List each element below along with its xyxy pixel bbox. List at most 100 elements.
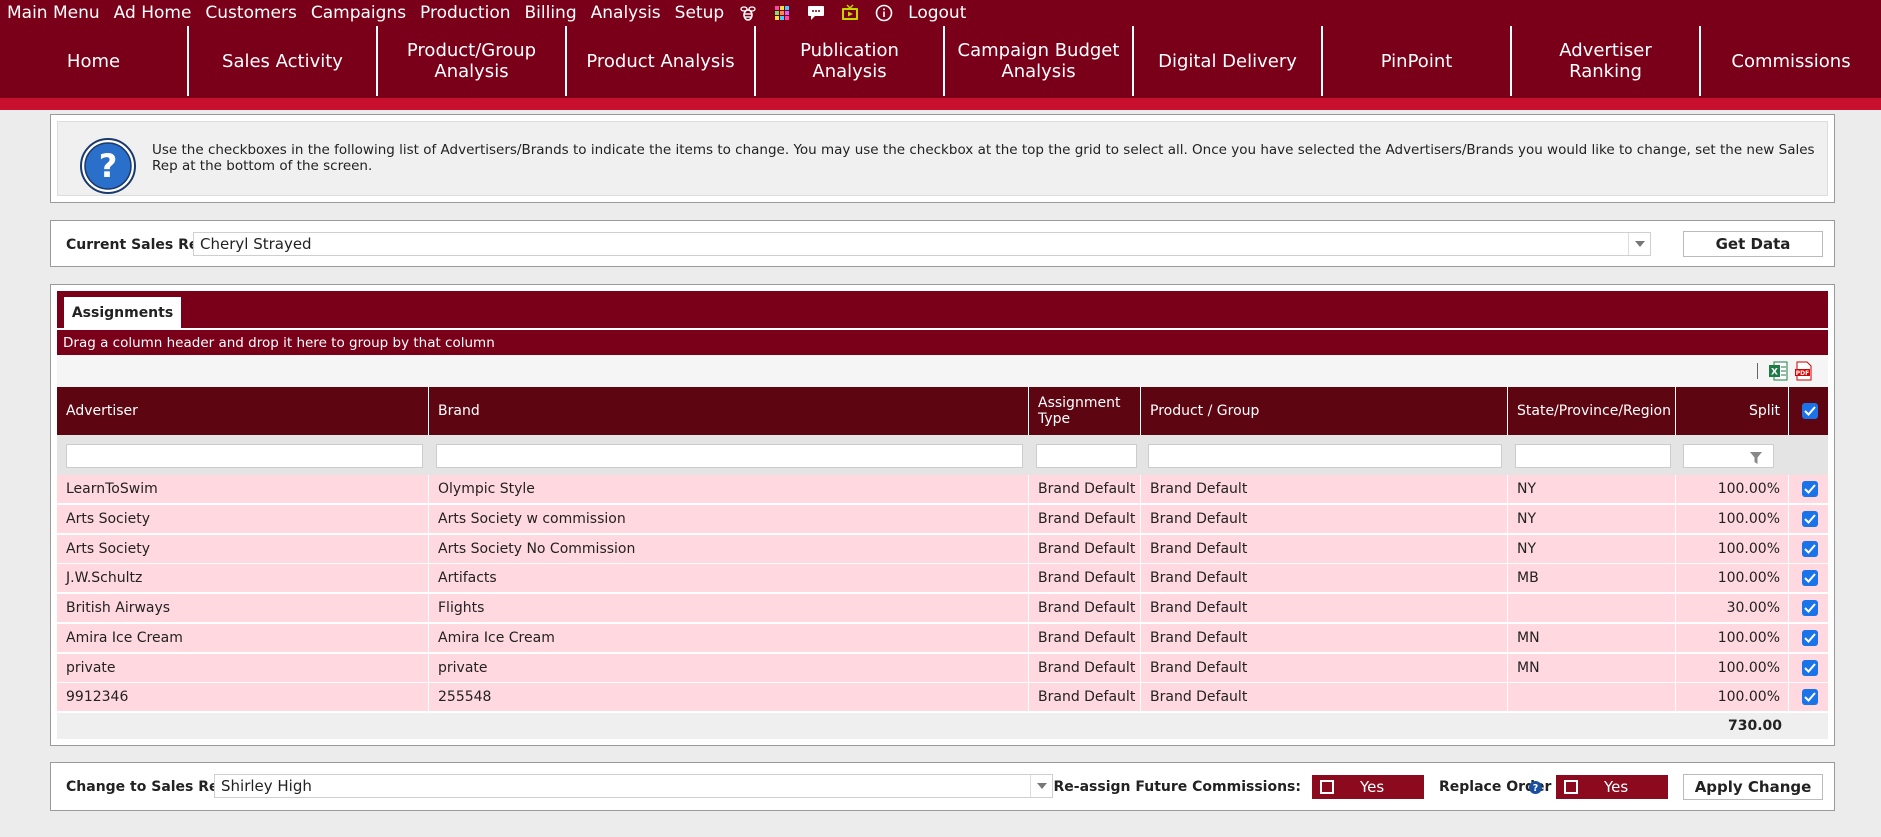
nav-product-group-analysis[interactable]: Product/Group Analysis	[378, 26, 567, 96]
cell-advertiser: Amira Ice Cream	[57, 623, 429, 653]
current-sales-rep-value: Cheryl Strayed	[200, 235, 312, 253]
filter-brand-input[interactable]	[436, 444, 1023, 468]
menu-production[interactable]: Production	[413, 0, 517, 26]
change-sales-rep-select[interactable]: Shirley High	[214, 774, 1053, 798]
change-sales-rep-label: Change to Sales Rep:	[66, 779, 235, 795]
logout-link[interactable]: Logout	[901, 0, 973, 26]
cell-split: 100.00%	[1676, 504, 1789, 534]
row-checkbox[interactable]	[1802, 540, 1818, 557]
change-sales-rep-panel: Change to Sales Rep: Shirley High Re-ass…	[50, 762, 1835, 811]
cell-assignment-type: Brand Default	[1029, 475, 1141, 504]
menu-customers[interactable]: Customers	[198, 0, 303, 26]
nav-digital-delivery[interactable]: Digital Delivery	[1134, 26, 1323, 96]
assignments-panel: Assignments Drag a column header and dro…	[50, 284, 1835, 746]
tab-assignments[interactable]: Assignments	[64, 297, 181, 328]
table-row[interactable]: 9912346 255548 Brand Default Brand Default 1…	[57, 683, 1828, 713]
current-sales-rep-label: Current Sales Rep	[66, 237, 209, 253]
col-split[interactable]: Split	[1676, 387, 1789, 435]
svg-text:?: ?	[1533, 783, 1539, 794]
replace-order-rep-checkbox[interactable]	[1564, 780, 1578, 794]
cell-state: MN	[1508, 623, 1676, 653]
row-checkbox[interactable]	[1802, 659, 1818, 676]
table-row[interactable]: private private Brand Default Brand Default…	[57, 653, 1828, 683]
table-row[interactable]: Arts Society Arts Society No Commission Br…	[57, 534, 1828, 564]
select-all-checkbox[interactable]	[1802, 403, 1818, 419]
main-nav: Home Sales Activity Product/Group Analys…	[0, 26, 1881, 98]
nav-advertiser-ranking[interactable]: Advertiser Ranking	[1512, 26, 1701, 96]
chevron-down-icon[interactable]	[1030, 775, 1052, 797]
chat-icon[interactable]	[799, 0, 833, 26]
col-assignment-type[interactable]: Assignment Type	[1029, 387, 1141, 435]
pdf-export-icon[interactable]: PDF	[1794, 361, 1814, 385]
filter-product-group-input[interactable]	[1148, 444, 1502, 468]
replace-order-rep-toggle-label: Yes	[1604, 778, 1629, 796]
cell-assignment-type: Brand Default	[1029, 653, 1141, 683]
nav-home[interactable]: Home	[0, 26, 189, 96]
menu-main[interactable]: Main Menu	[0, 0, 107, 26]
row-checkbox[interactable]	[1802, 689, 1818, 706]
filter-advertiser-input[interactable]	[66, 444, 423, 468]
cell-product-group: Brand Default	[1141, 534, 1508, 564]
nav-sales-activity[interactable]: Sales Activity	[189, 26, 378, 96]
split-total: 730.00	[1727, 718, 1782, 734]
nav-commissions[interactable]: Commissions	[1701, 26, 1881, 96]
apply-change-button[interactable]: Apply Change	[1683, 774, 1823, 800]
nav-campaign-budget-analysis[interactable]: Campaign Budget Analysis	[945, 26, 1134, 96]
filter-state-input[interactable]	[1515, 444, 1671, 468]
nav-publication-analysis[interactable]: Publication Analysis	[756, 26, 945, 96]
menu-campaigns[interactable]: Campaigns	[304, 0, 413, 26]
nav-product-analysis[interactable]: Product Analysis	[567, 26, 756, 96]
cell-advertiser: British Airways	[57, 594, 429, 623]
col-brand[interactable]: Brand	[429, 387, 1029, 435]
reassign-checkbox[interactable]	[1320, 780, 1334, 794]
menu-billing[interactable]: Billing	[518, 0, 584, 26]
cell-brand: Arts Society w commission	[429, 504, 1029, 534]
menu-ad-home[interactable]: Ad Home	[107, 0, 199, 26]
nav-pinpoint[interactable]: PinPoint	[1323, 26, 1512, 96]
cell-split: 100.00%	[1676, 564, 1789, 594]
toolbar-divider	[1757, 363, 1758, 379]
info-icon[interactable]	[867, 0, 901, 26]
table-row[interactable]: LearnToSwim Olympic Style Brand Default Bra…	[57, 475, 1828, 504]
col-product-group[interactable]: Product / Group	[1141, 387, 1508, 435]
row-checkbox[interactable]	[1802, 510, 1818, 527]
table-row[interactable]: Arts Society Arts Society w commission Bra…	[57, 504, 1828, 534]
filter-icon[interactable]	[1750, 449, 1762, 468]
help-icon[interactable]: ?	[1529, 779, 1542, 798]
apps-grid-icon[interactable]	[765, 0, 799, 26]
current-sales-rep-select[interactable]: Cheryl Strayed	[193, 232, 1651, 256]
cell-advertiser: Arts Society	[57, 534, 429, 564]
reassign-toggle[interactable]: Yes	[1312, 775, 1424, 799]
row-checkbox[interactable]	[1802, 481, 1818, 497]
cell-brand: Arts Society No Commission	[429, 534, 1029, 564]
menu-analysis[interactable]: Analysis	[584, 0, 668, 26]
group-by-bar[interactable]: Drag a column header and drop it here to…	[57, 330, 1828, 355]
bee-icon[interactable]	[731, 0, 765, 26]
col-state[interactable]: State/Province/Region	[1508, 387, 1676, 435]
row-checkbox[interactable]	[1802, 629, 1818, 646]
tv-icon[interactable]	[833, 0, 867, 26]
replace-order-rep-toggle[interactable]: Yes	[1556, 775, 1668, 799]
cell-product-group: Brand Default	[1141, 623, 1508, 653]
get-data-button[interactable]: Get Data	[1683, 231, 1823, 257]
cell-state: MB	[1508, 564, 1676, 594]
cell-brand: 255548	[429, 683, 1029, 713]
filter-assignment-type-input[interactable]	[1036, 444, 1137, 468]
row-checkbox[interactable]	[1802, 570, 1818, 587]
cell-brand: Artifacts	[429, 564, 1029, 594]
cell-brand: Olympic Style	[429, 475, 1029, 504]
table-row[interactable]: J.W.Schultz Artifacts Brand Default Brand D…	[57, 564, 1828, 594]
cell-brand: Flights	[429, 594, 1029, 623]
col-advertiser[interactable]: Advertiser	[57, 387, 429, 435]
table-row[interactable]: British Airways Flights Brand Default Brand…	[57, 594, 1828, 623]
table-row[interactable]: Amira Ice Cream Amira Ice Cream Brand Defa…	[57, 623, 1828, 653]
tab-strip: Assignments	[57, 291, 1828, 328]
menu-setup[interactable]: Setup	[668, 0, 731, 26]
reassign-label: Re-assign Future Commissions:	[1053, 779, 1301, 795]
excel-export-icon[interactable]: X	[1768, 361, 1788, 385]
row-checkbox[interactable]	[1802, 600, 1818, 616]
chevron-down-icon[interactable]	[1628, 233, 1650, 255]
cell-advertiser: private	[57, 653, 429, 683]
cell-product-group: Brand Default	[1141, 504, 1508, 534]
cell-state: NY	[1508, 504, 1676, 534]
